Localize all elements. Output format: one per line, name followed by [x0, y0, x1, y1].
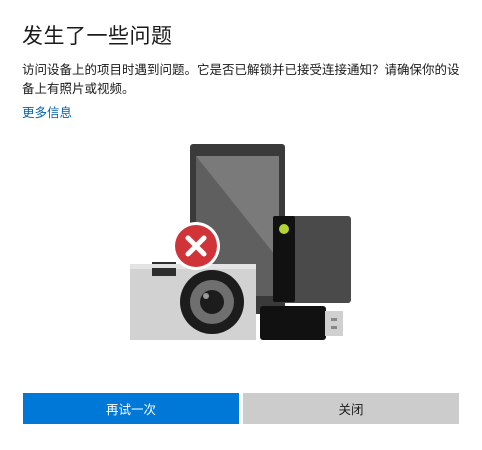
error-x-icon: [172, 222, 220, 270]
dialog-message: 访问设备上的项目时遇到问题。它是否已解锁并已接受连接通知？请确保你的设备上有照片…: [22, 62, 460, 96]
more-info-link[interactable]: 更多信息: [22, 102, 72, 121]
usb-stick-image: [260, 306, 343, 340]
retry-button[interactable]: 再试一次: [23, 393, 239, 424]
external-drive-image: [273, 216, 351, 303]
camera-image: [130, 262, 256, 340]
dialog-title: 发生了一些问题: [22, 24, 173, 48]
error-dialog: 发生了一些问题 访问设备上的项目时遇到问题。它是否已解锁并已接受连接通知？请确保…: [0, 0, 482, 450]
devices-illustration: [130, 144, 351, 340]
close-button[interactable]: 关闭: [243, 393, 459, 424]
